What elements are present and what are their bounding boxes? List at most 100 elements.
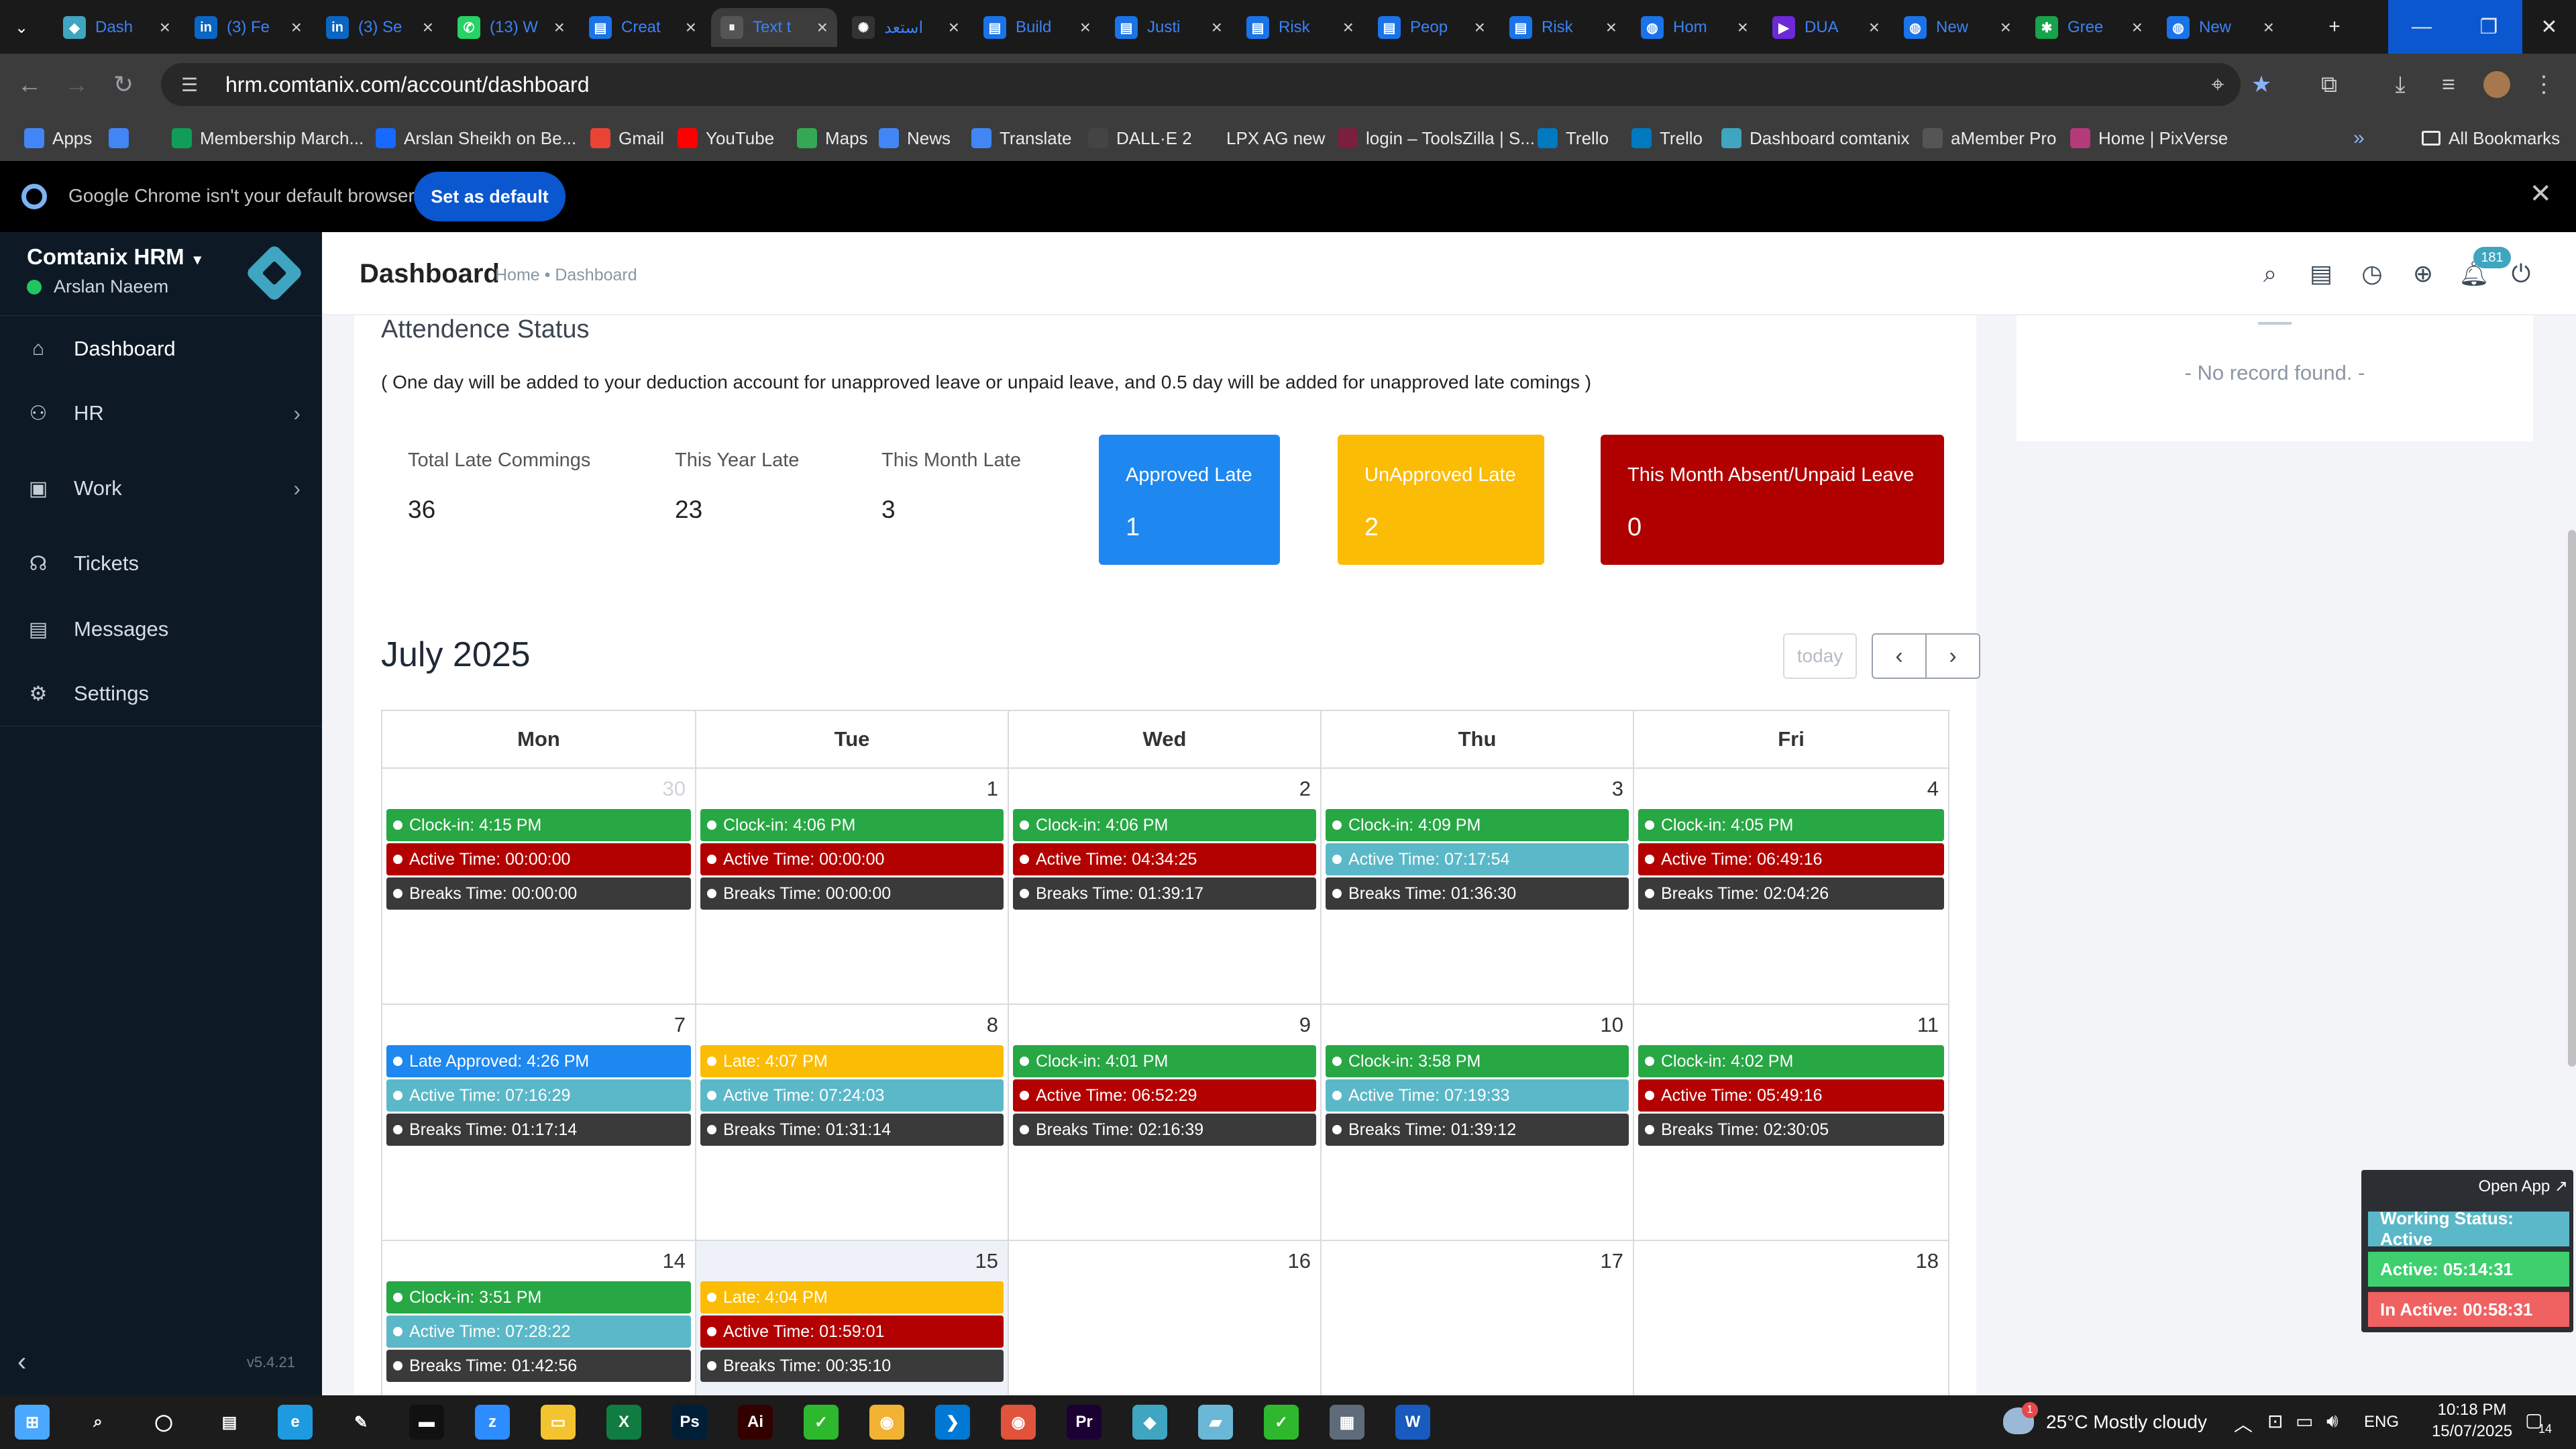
browser-tab[interactable]: ▤ Risk × bbox=[1237, 8, 1363, 47]
bookmarks-overflow-icon[interactable]: » bbox=[2353, 123, 2365, 153]
location-icon[interactable]: ⌖ bbox=[2200, 67, 2235, 102]
close-window-button[interactable]: ✕ bbox=[2522, 0, 2576, 54]
bookmark-item[interactable]: Dashboard comtanix bbox=[1721, 123, 1909, 153]
reload-button[interactable]: ↻ bbox=[106, 67, 141, 102]
next-month-button[interactable]: › bbox=[1925, 633, 1980, 679]
back-button[interactable]: ← bbox=[12, 67, 47, 102]
browser-tab[interactable]: ✱ Gree × bbox=[2026, 8, 2152, 47]
browser-tab[interactable]: ◍ Hom × bbox=[1631, 8, 1758, 47]
calendar-day-cell[interactable]: 11 Clock-in: 4:02 PM Active Time: 05:49:16… bbox=[1633, 1005, 1949, 1241]
close-tab-icon[interactable]: × bbox=[2263, 17, 2274, 38]
browser-tab[interactable]: ◆ Dash × bbox=[54, 8, 180, 47]
calendar-event[interactable]: Active Time: 07:28:22 bbox=[386, 1316, 691, 1348]
close-tab-icon[interactable]: × bbox=[1343, 17, 1354, 38]
calendar-event[interactable]: Breaks Time: 01:31:14 bbox=[700, 1114, 1004, 1146]
start-icon[interactable]: ⊞ bbox=[15, 1405, 50, 1440]
close-tab-icon[interactable]: × bbox=[1737, 17, 1748, 38]
meet-now-icon[interactable]: ⊡ bbox=[2267, 1410, 2283, 1432]
network-icon[interactable]: ▭ bbox=[2296, 1410, 2313, 1432]
power-icon[interactable]: ⏻ bbox=[2505, 258, 2537, 290]
calendar-event[interactable]: Breaks Time: 01:39:12 bbox=[1326, 1114, 1629, 1146]
edge-icon[interactable]: e bbox=[278, 1405, 313, 1440]
close-tab-icon[interactable]: × bbox=[686, 17, 696, 38]
calendar-event[interactable]: Breaks Time: 02:30:05 bbox=[1638, 1114, 1944, 1146]
clock-time[interactable]: 10:18 PM bbox=[2422, 1401, 2522, 1419]
chrome-profile-icon[interactable]: ◉ bbox=[1001, 1405, 1036, 1440]
sidebar-item-messages[interactable]: ▤ Messages bbox=[0, 597, 322, 661]
sidebar-item-tickets[interactable]: ☊ Tickets bbox=[0, 531, 322, 596]
calendar-event[interactable]: Active Time: 01:59:01 bbox=[700, 1316, 1004, 1348]
close-icon[interactable]: ✕ bbox=[2529, 178, 2552, 209]
today-button[interactable]: today bbox=[1783, 633, 1857, 679]
calculator-icon[interactable]: ▦ bbox=[1330, 1405, 1364, 1440]
browser-tab[interactable]: ✺ استعد × bbox=[843, 8, 969, 47]
bookmark-item[interactable]: Apps bbox=[24, 123, 92, 153]
calendar-event[interactable]: Breaks Time: 01:17:14 bbox=[386, 1114, 691, 1146]
pen-icon[interactable]: ✎ bbox=[343, 1405, 378, 1440]
downloads-icon[interactable]: ⤓ bbox=[2383, 67, 2418, 102]
comtanix-app-icon[interactable]: ◆ bbox=[1132, 1405, 1167, 1440]
bookmark-item[interactable]: Maps bbox=[797, 123, 868, 153]
zoom-icon[interactable]: z bbox=[475, 1405, 510, 1440]
calendar-event[interactable]: Active Time: 07:24:03 bbox=[700, 1079, 1004, 1112]
calendar-event[interactable]: Active Time: 07:17:54 bbox=[1326, 843, 1629, 875]
bookmark-item[interactable]: LPX AG new bbox=[1198, 123, 1325, 153]
word-icon[interactable]: W bbox=[1395, 1405, 1430, 1440]
clock-date[interactable]: 15/07/2025 bbox=[2422, 1422, 2522, 1441]
calendar-event[interactable]: Late Approved: 4:26 PM bbox=[386, 1045, 691, 1077]
bookmark-star-icon[interactable]: ★ bbox=[2244, 67, 2279, 102]
calendar-event[interactable]: Active Time: 07:19:33 bbox=[1326, 1079, 1629, 1112]
calendar-event[interactable]: Active Time: 06:52:29 bbox=[1013, 1079, 1316, 1112]
chevron-up-icon[interactable]: ︿ bbox=[2234, 1410, 2253, 1437]
brand-switcher[interactable]: Comtanix HRM ▾ bbox=[27, 244, 201, 270]
browser-tab[interactable]: ◍ New × bbox=[1894, 8, 2021, 47]
sidebar-item-dashboard[interactable]: ⌂ Dashboard bbox=[0, 317, 322, 381]
bookmark-item[interactable]: login – ToolsZilla | S... bbox=[1338, 123, 1535, 153]
browser-tab[interactable]: ▤ Peop × bbox=[1368, 8, 1495, 47]
browser-tab[interactable]: ▶ DUA × bbox=[1763, 8, 1889, 47]
bookmark-item[interactable]: Trello bbox=[1538, 123, 1609, 153]
close-tab-icon[interactable]: × bbox=[1474, 17, 1485, 38]
profile-avatar[interactable] bbox=[2479, 67, 2514, 102]
calendar-event[interactable]: Clock-in: 4:15 PM bbox=[386, 809, 691, 841]
close-tab-icon[interactable]: × bbox=[2000, 17, 2011, 38]
search-icon[interactable]: ⌕ bbox=[80, 1405, 115, 1440]
sidebar-item-hr[interactable]: ⚇ HR › bbox=[0, 381, 322, 445]
all-bookmarks[interactable]: All Bookmarks bbox=[2422, 123, 2560, 153]
calendar-day-cell[interactable]: 2 Clock-in: 4:06 PM Active Time: 04:34:25 B… bbox=[1008, 769, 1320, 1005]
menu-kebab-icon[interactable]: ⋮ bbox=[2526, 67, 2561, 102]
tab-search-button[interactable]: ⌄ bbox=[5, 8, 46, 47]
calendar-day-cell[interactable]: 1 Clock-in: 4:06 PM Active Time: 00:00:00 B… bbox=[695, 769, 1008, 1005]
task-view-icon[interactable]: ▤ bbox=[212, 1405, 247, 1440]
calendar-event[interactable]: Active Time: 00:00:00 bbox=[386, 843, 691, 875]
bookmark-item[interactable]: Arslan Sheikh on Be... bbox=[376, 123, 576, 153]
calendar-event[interactable]: Breaks Time: 02:16:39 bbox=[1013, 1114, 1316, 1146]
notes-icon[interactable]: ▰ bbox=[1198, 1405, 1233, 1440]
browser-tab[interactable]: ▤ Justi × bbox=[1106, 8, 1232, 47]
calendar-event[interactable]: Clock-in: 4:09 PM bbox=[1326, 809, 1629, 841]
calendar-event[interactable]: Clock-in: 4:05 PM bbox=[1638, 809, 1944, 841]
calendar-event[interactable]: Clock-in: 3:58 PM bbox=[1326, 1045, 1629, 1077]
close-tab-icon[interactable]: × bbox=[160, 17, 170, 38]
calendar-event[interactable]: Breaks Time: 02:04:26 bbox=[1638, 877, 1944, 910]
calendar-event[interactable]: Breaks Time: 00:35:10 bbox=[700, 1350, 1004, 1382]
bookmark-item[interactable]: DALL·E 2 bbox=[1088, 123, 1192, 153]
clock-icon[interactable]: ◷ bbox=[2356, 258, 2388, 290]
extensions-icon[interactable]: ⧉ bbox=[2312, 67, 2347, 102]
excel-icon[interactable]: X bbox=[606, 1405, 641, 1440]
calendar-day-cell[interactable]: 8 Late: 4:07 PM Active Time: 07:24:03 Break… bbox=[695, 1005, 1008, 1241]
calendar-event[interactable]: Breaks Time: 01:42:56 bbox=[386, 1350, 691, 1382]
camtasia-2-icon[interactable]: ✓ bbox=[1264, 1405, 1299, 1440]
calendar-event[interactable]: Active Time: 05:49:16 bbox=[1638, 1079, 1944, 1112]
terminal-icon[interactable]: ▬ bbox=[409, 1405, 444, 1440]
browser-tab[interactable]: in (3) Fe × bbox=[185, 8, 311, 47]
media-controls-icon[interactable]: ≡ bbox=[2431, 67, 2466, 102]
page-scrollbar[interactable] bbox=[2568, 530, 2576, 1067]
calendar-event[interactable]: Active Time: 04:34:25 bbox=[1013, 843, 1316, 875]
calendar-day-cell[interactable]: 4 Clock-in: 4:05 PM Active Time: 06:49:16 B… bbox=[1633, 769, 1949, 1005]
calendar-event[interactable]: Clock-in: 4:06 PM bbox=[700, 809, 1004, 841]
browser-tab[interactable]: ▤ Creat × bbox=[580, 8, 706, 47]
close-tab-icon[interactable]: × bbox=[1869, 17, 1880, 38]
collapse-sidebar-icon[interactable]: ‹ bbox=[17, 1347, 26, 1377]
forward-button[interactable]: → bbox=[59, 67, 94, 102]
